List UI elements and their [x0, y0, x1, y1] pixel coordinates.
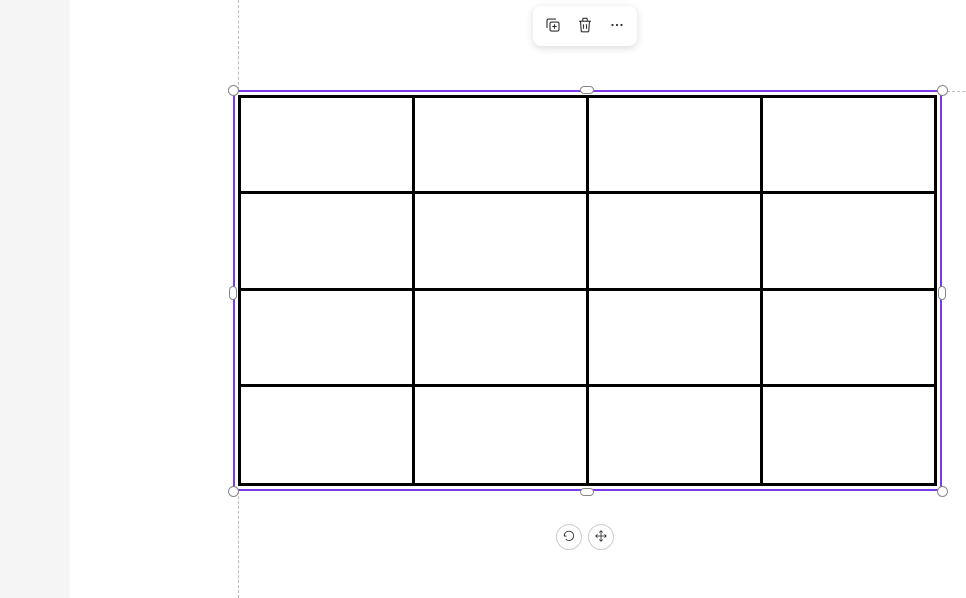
alignment-guide-vertical-bottom [238, 491, 239, 598]
left-sidebar [0, 0, 70, 598]
delete-button[interactable] [571, 12, 599, 40]
resize-handle-nw[interactable] [228, 85, 239, 96]
resize-handle-w[interactable] [229, 286, 237, 300]
resize-handle-ne[interactable] [937, 85, 948, 96]
more-options-button[interactable] [603, 12, 631, 40]
ellipsis-icon [608, 16, 626, 37]
resize-handle-e[interactable] [938, 286, 946, 300]
resize-handle-s[interactable] [580, 488, 594, 496]
trash-icon [576, 16, 594, 37]
move-button[interactable] [588, 524, 614, 550]
rotate-button[interactable] [556, 524, 582, 550]
selection-toolbar [533, 6, 637, 46]
resize-handle-n[interactable] [580, 86, 594, 94]
rotate-icon [562, 529, 576, 546]
canvas[interactable] [70, 0, 966, 598]
duplicate-button[interactable] [539, 12, 567, 40]
move-icon [594, 529, 608, 546]
resize-handle-sw[interactable] [228, 486, 239, 497]
transform-toolbar [556, 524, 614, 550]
resize-handle-se[interactable] [937, 486, 948, 497]
copy-plus-icon [544, 16, 562, 37]
alignment-guide-vertical-top [238, 0, 239, 90]
selection-outline [233, 90, 942, 491]
